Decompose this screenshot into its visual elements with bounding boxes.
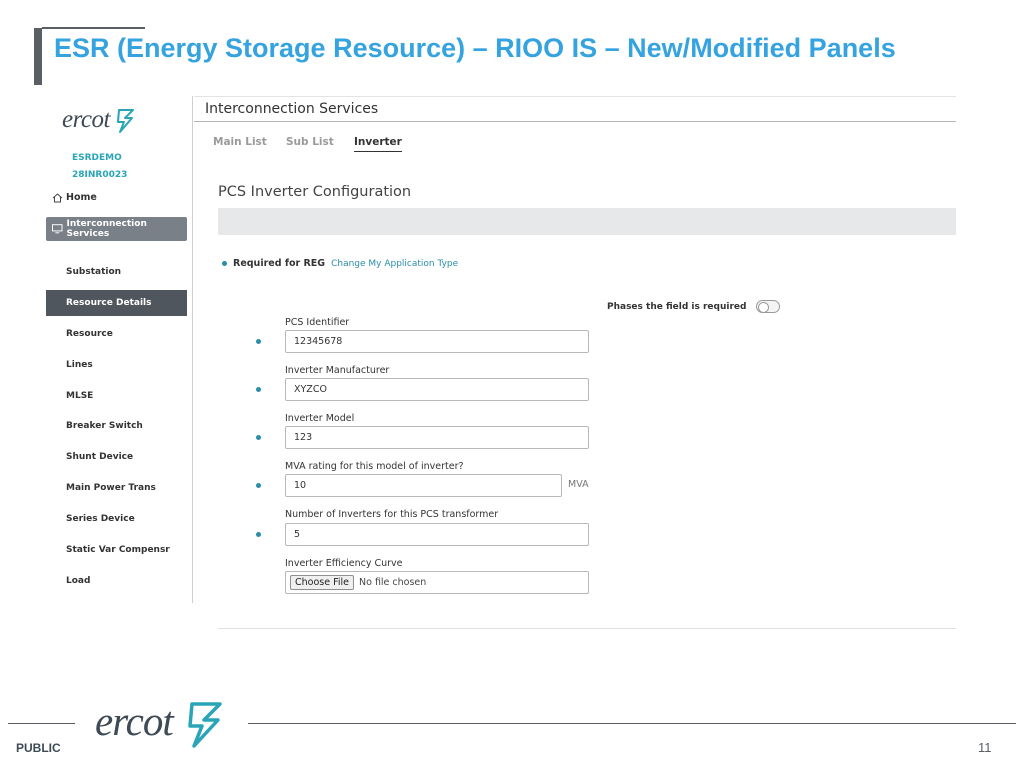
inverter-model-label: Inverter Model (285, 413, 355, 424)
phases-toggle[interactable] (756, 300, 781, 313)
required-dot-icon (256, 532, 261, 537)
inverter-manufacturer-input[interactable]: XYZCO (285, 378, 589, 401)
nav-item-shunt-device[interactable]: Shunt Device (66, 452, 133, 462)
footer-rule-left (8, 723, 75, 724)
pcs-identifier-label: PCS Identifier (285, 317, 350, 328)
phases-label: Phases the field is required (607, 301, 747, 312)
nav-item-breaker-switch[interactable]: Breaker Switch (66, 421, 143, 431)
section-title: PCS Inverter Configuration (218, 184, 412, 200)
choose-file-button[interactable]: Choose File (290, 575, 354, 590)
ercot-logo: ercot (62, 106, 110, 133)
monitor-icon (52, 224, 63, 234)
title-accent-bar (34, 28, 42, 85)
tab-inverter[interactable]: Inverter (354, 136, 402, 152)
nav-item-lines[interactable]: Lines (66, 360, 93, 370)
nav-item-main-power-trans[interactable]: Main Power Trans (66, 483, 156, 493)
required-dot-icon (256, 483, 261, 488)
footer-rule-right (248, 723, 1016, 724)
header-rule (194, 121, 956, 122)
tab-main-list[interactable]: Main List (213, 136, 267, 148)
ercot-bolt-icon (117, 109, 134, 133)
required-label: Required for REG (233, 258, 326, 269)
efficiency-curve-label: Inverter Efficiency Curve (285, 558, 403, 569)
efficiency-curve-file-input[interactable]: Choose File No file chosen (285, 571, 589, 594)
nav-interconnection-services-label: Interconnection Services (66, 219, 147, 239)
pcs-identifier-input[interactable]: 12345678 (285, 330, 589, 353)
number-of-inverters-input[interactable]: 5 (285, 523, 589, 546)
nav-item-resource-details[interactable]: Resource Details (46, 290, 187, 316)
nav-item-series-device[interactable]: Series Device (66, 514, 135, 524)
org-name: ESRDEMO (72, 153, 122, 163)
form-bottom-rule (218, 628, 956, 629)
section-band (218, 208, 956, 235)
home-icon (52, 192, 63, 202)
mva-rating-label: MVA rating for this model of inverter? (285, 461, 464, 472)
page-number: 11 (978, 740, 992, 755)
title-accent-rule (42, 27, 145, 29)
nav-home-label: Home (66, 192, 97, 203)
inverter-model-input[interactable]: 123 (285, 426, 589, 449)
file-status: No file chosen (359, 577, 427, 588)
mva-unit: MVA (568, 479, 589, 490)
org-code: 28INR0023 (72, 170, 128, 180)
number-of-inverters-label: Number of Inverters for this PCS transfo… (285, 509, 499, 520)
required-dot-icon (256, 339, 261, 344)
nav-item-load[interactable]: Load (66, 576, 90, 586)
sidebar: ercot ESRDEMO 28INR0023 Home Interconnec… (46, 96, 193, 603)
slide-title: ESR (Energy Storage Resource) – RIOO IS … (54, 33, 896, 63)
nav-home[interactable]: Home (52, 192, 97, 203)
required-dot-icon (256, 387, 261, 392)
public-label: PUBLIC (16, 741, 61, 755)
mva-rating-input[interactable]: 10 (285, 474, 562, 497)
required-legend: Required for REG Change My Application T… (222, 258, 458, 269)
tab-sub-list[interactable]: Sub List (286, 136, 334, 148)
inverter-manufacturer-label: Inverter Manufacturer (285, 365, 390, 376)
nav-item-mlse[interactable]: MLSE (66, 391, 93, 401)
phases-required-control: Phases the field is required (607, 300, 781, 313)
nav-item-resource[interactable]: Resource (66, 329, 113, 339)
app-screenshot: ercot ESRDEMO 28INR0023 Home Interconnec… (46, 96, 956, 636)
header-top-rule (194, 96, 956, 97)
required-dot-icon (222, 261, 227, 266)
required-dot-icon (256, 435, 261, 440)
footer-ercot-logo: ercot (95, 698, 174, 744)
nav-item-substation[interactable]: Substation (66, 267, 121, 277)
nav-interconnection-services[interactable]: Interconnection Services (46, 217, 187, 241)
main-panel: Interconnection Services Main List Sub L… (194, 96, 956, 636)
header-title: Interconnection Services (205, 101, 379, 117)
footer-bolt-icon (188, 702, 222, 748)
change-application-type-link[interactable]: Change My Application Type (331, 259, 458, 269)
nav-item-static-var-compensr[interactable]: Static Var Compensr (66, 545, 170, 555)
